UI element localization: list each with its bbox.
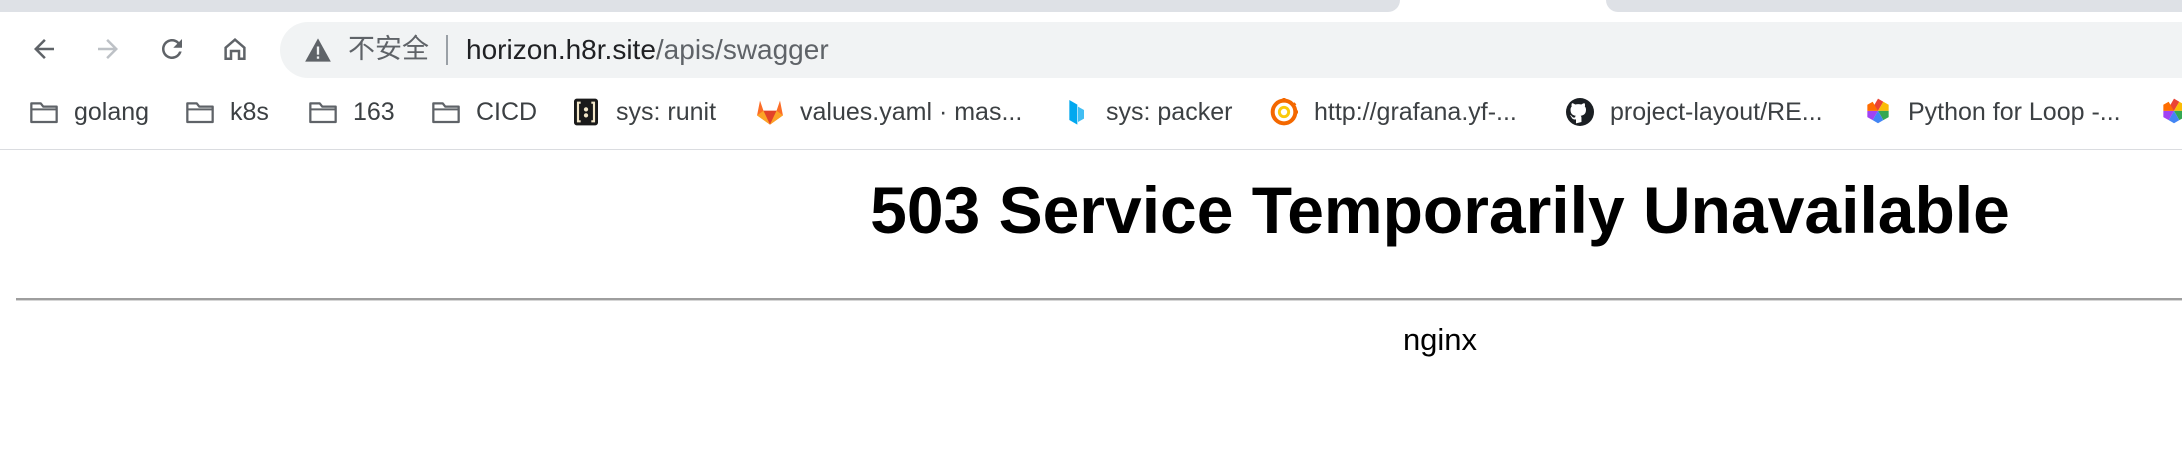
bookmark-project-layout[interactable]: project-layout/RE... xyxy=(1564,92,1823,132)
bookmark-label: http://grafana.yf-... xyxy=(1314,98,1517,126)
back-arrow-icon xyxy=(34,39,54,59)
bookmark-python-for-loop[interactable]: Python for Loop -... xyxy=(1862,92,2121,132)
security-status-label[interactable]: 不安全 xyxy=(348,35,429,65)
colorful-hexagon-favicon xyxy=(1862,96,1894,128)
bookmark-sys-runit[interactable]: sys: runit xyxy=(570,92,716,132)
folder-icon xyxy=(430,96,462,128)
bookmark-overflow[interactable] xyxy=(2158,92,2182,132)
browser-toolbar: 不安全 horizon.h8r.site/apis/swagger xyxy=(0,14,2182,84)
bookmark-label: Python for Loop -... xyxy=(1908,98,2121,126)
bookmark-163[interactable]: 163 xyxy=(307,92,395,132)
bookmarks-bar: golang k8s 163 CICD sys: runit values.ya… xyxy=(0,92,2182,150)
warning-triangle-icon[interactable] xyxy=(304,37,332,63)
page-title: 503 Service Temporarily Unavailable xyxy=(870,173,2010,247)
forward-button[interactable] xyxy=(85,26,131,72)
colorful-hexagon-favicon xyxy=(2158,96,2182,128)
inactive-tab-right[interactable] xyxy=(1606,0,2182,12)
bookmark-values-yaml[interactable]: values.yaml · mas... xyxy=(754,92,1022,132)
forward-arrow-icon xyxy=(98,39,118,59)
address-bar[interactable]: 不安全 horizon.h8r.site/apis/swagger xyxy=(280,22,2182,78)
runit-favicon xyxy=(570,96,602,128)
url-path: /apis/swagger xyxy=(655,34,829,65)
url-text[interactable]: horizon.h8r.site/apis/swagger xyxy=(466,34,829,66)
bookmark-label: values.yaml · mas... xyxy=(800,98,1023,126)
folder-icon xyxy=(307,96,339,128)
packer-favicon xyxy=(1060,96,1092,128)
bookmark-golang[interactable]: golang xyxy=(28,92,149,132)
bookmark-k8s[interactable]: k8s xyxy=(184,92,269,132)
page-content: 503 Service Temporarily Unavailable ngin… xyxy=(0,150,2182,464)
omnibox-divider xyxy=(446,35,448,65)
horizontal-rule xyxy=(16,298,2182,301)
bookmark-label: CICD xyxy=(476,98,538,126)
reload-button[interactable] xyxy=(149,26,195,72)
bookmark-label: golang xyxy=(74,98,150,126)
gitlab-favicon xyxy=(754,96,786,128)
folder-icon xyxy=(184,96,216,128)
bookmark-sys-packer[interactable]: sys: packer xyxy=(1060,92,1232,132)
back-button[interactable] xyxy=(21,26,67,72)
bookmark-label: 163 xyxy=(353,98,395,126)
bookmark-label: sys: packer xyxy=(1106,98,1233,126)
reload-icon xyxy=(162,39,182,59)
grafana-favicon xyxy=(1268,96,1300,128)
browser-chrome: 不安全 horizon.h8r.site/apis/swagger golang… xyxy=(0,0,2182,150)
tab-strip xyxy=(0,0,2182,14)
server-name: nginx xyxy=(1402,322,1478,357)
folder-icon xyxy=(28,96,60,128)
bookmark-cicd[interactable]: CICD xyxy=(430,92,537,132)
inactive-tab-left[interactable] xyxy=(0,0,1400,12)
bookmark-label: sys: runit xyxy=(616,98,717,126)
bookmark-label: k8s xyxy=(230,98,269,126)
bookmark-label: project-layout/RE... xyxy=(1610,98,1823,126)
url-host: horizon.h8r.site xyxy=(466,34,656,65)
home-icon xyxy=(224,38,246,60)
github-favicon xyxy=(1564,96,1596,128)
bookmark-grafana[interactable]: http://grafana.yf-... xyxy=(1268,92,1517,132)
home-button[interactable] xyxy=(212,26,258,72)
